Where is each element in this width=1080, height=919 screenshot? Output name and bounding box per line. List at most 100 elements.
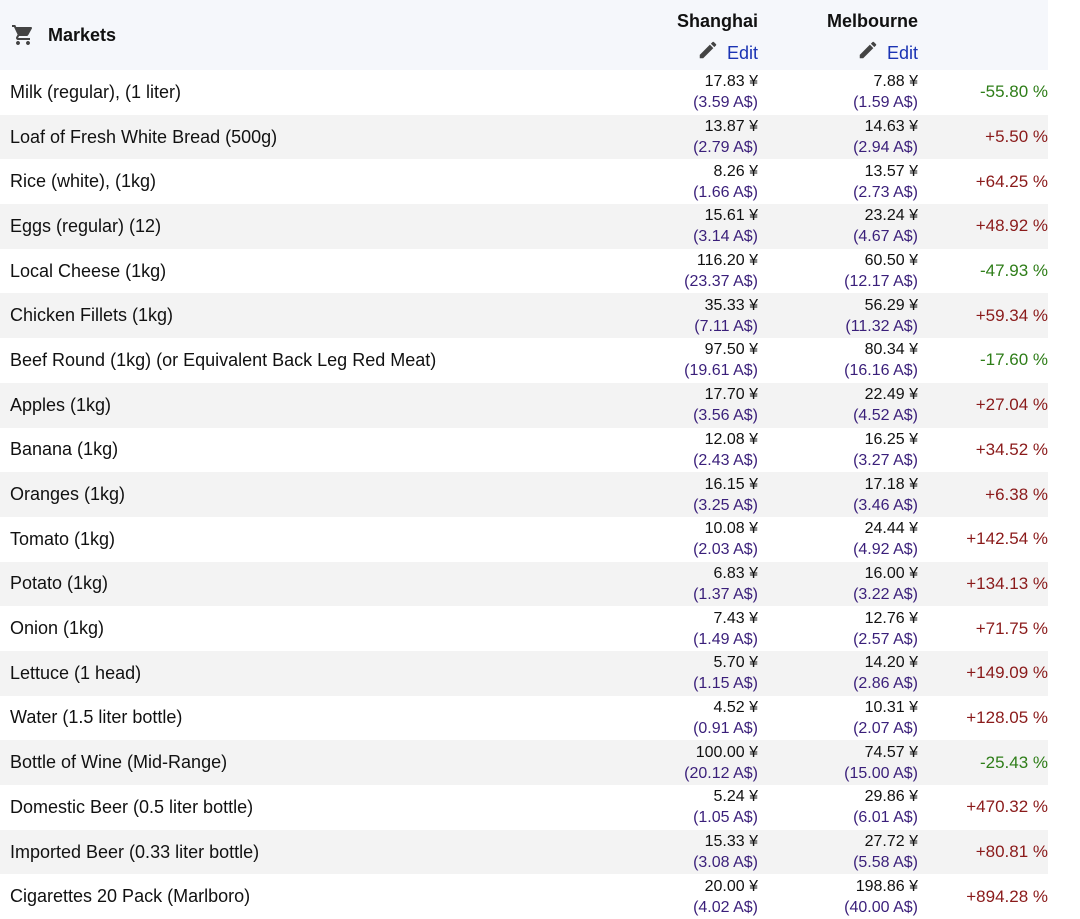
price-comparison-table: Markets Shanghai Edit Melbourne Edit Mil… (0, 0, 1048, 919)
shanghai-price-cny: 4.52 ¥ (713, 698, 758, 716)
shanghai-price: 5.24 ¥ (1.05 A$) (560, 785, 760, 830)
item-name: Loaf of Fresh White Bread (500g) (10, 126, 278, 147)
melbourne-price: 24.44 ¥ (4.92 A$) (760, 517, 920, 562)
item-name: Cigarettes 20 Pack (Marlboro) (10, 886, 251, 907)
shanghai-price-aud: (1.66 A$) (693, 183, 758, 201)
pencil-icon (697, 39, 719, 66)
item-name: Potato (1kg) (10, 573, 109, 594)
table-row: Domestic Beer (0.5 liter bottle) 5.24 ¥ … (0, 785, 1048, 830)
shanghai-price-cny: 15.33 ¥ (704, 833, 758, 851)
item-name: Beef Round (1kg) (or Equivalent Back Leg… (10, 349, 437, 370)
shanghai-price-cny: 17.70 ¥ (704, 386, 758, 404)
markets-title: Markets (48, 24, 117, 45)
table-row: Oranges (1kg) 16.15 ¥ (3.25 A$) 17.18 ¥ … (0, 472, 1048, 517)
price-difference: +5.50 % (985, 127, 1048, 147)
melbourne-price-aud: (2.07 A$) (853, 719, 918, 737)
shanghai-price-aud: (1.15 A$) (693, 675, 758, 693)
shanghai-price-cny: 6.83 ¥ (713, 564, 758, 582)
melbourne-price-aud: (3.22 A$) (853, 585, 918, 603)
shanghai-price-aud: (2.43 A$) (693, 451, 758, 469)
melbourne-price: 10.31 ¥ (2.07 A$) (760, 696, 920, 741)
shanghai-price: 100.00 ¥ (20.12 A$) (560, 740, 760, 785)
shanghai-price: 4.52 ¥ (0.91 A$) (560, 696, 760, 741)
shanghai-price-aud: (23.37 A$) (684, 273, 758, 291)
table-row: Beef Round (1kg) (or Equivalent Back Leg… (0, 338, 1048, 383)
melbourne-price: 74.57 ¥ (15.00 A$) (760, 740, 920, 785)
shanghai-price: 116.20 ¥ (23.37 A$) (560, 249, 760, 294)
city-name-shanghai: Shanghai (676, 11, 758, 31)
melbourne-price-cny: 60.50 ¥ (864, 252, 918, 270)
melbourne-price-aud: (40.00 A$) (844, 898, 918, 916)
shanghai-price: 6.83 ¥ (1.37 A$) (560, 562, 760, 607)
melbourne-price-aud: (2.57 A$) (853, 630, 918, 648)
item-name: Eggs (regular) (12) (10, 215, 162, 236)
melbourne-price-cny: 13.57 ¥ (864, 162, 918, 180)
melbourne-price-aud: (6.01 A$) (853, 809, 918, 827)
melbourne-price-cny: 10.31 ¥ (864, 698, 918, 716)
shanghai-price: 20.00 ¥ (4.02 A$) (560, 874, 760, 919)
price-rows: Milk (regular), (1 liter) 17.83 ¥ (3.59 … (0, 70, 1048, 919)
table-row: Potato (1kg) 6.83 ¥ (1.37 A$) 16.00 ¥ (3… (0, 561, 1048, 607)
shanghai-price: 17.83 ¥ (3.59 A$) (560, 70, 760, 115)
price-difference: -55.80 % (979, 82, 1048, 102)
price-difference: +27.04 % (975, 395, 1048, 415)
price-difference: +142.54 % (966, 529, 1048, 549)
melbourne-price: 16.00 ¥ (3.22 A$) (760, 562, 920, 607)
price-difference: +48.92 % (975, 216, 1048, 236)
shanghai-header: Shanghai Edit (560, 0, 760, 70)
melbourne-price: 22.49 ¥ (4.52 A$) (760, 383, 920, 428)
melbourne-price-cny: 16.00 ¥ (864, 564, 918, 582)
shanghai-price-aud: (20.12 A$) (684, 764, 758, 782)
item-name: Bottle of Wine (Mid-Range) (10, 752, 228, 773)
item-name: Local Cheese (1kg) (10, 260, 167, 281)
melbourne-price-cny: 27.72 ¥ (864, 833, 918, 851)
melbourne-price-aud: (11.32 A$) (845, 317, 918, 335)
melbourne-price-cny: 7.88 ¥ (873, 73, 918, 91)
item-name: Milk (regular), (1 liter) (10, 81, 182, 102)
melbourne-price: 60.50 ¥ (12.17 A$) (760, 249, 920, 294)
shanghai-price-aud: (19.61 A$) (684, 362, 758, 380)
price-difference: +34.52 % (975, 439, 1048, 459)
price-difference: -17.60 % (979, 350, 1048, 370)
melbourne-price: 14.63 ¥ (2.94 A$) (760, 115, 920, 160)
melbourne-price-aud: (4.92 A$) (853, 541, 918, 559)
difference-header (920, 0, 1048, 70)
price-difference: +128.05 % (966, 707, 1048, 727)
table-row: Water (1.5 liter bottle) 4.52 ¥ (0.91 A$… (0, 695, 1048, 741)
shanghai-price-cny: 13.87 ¥ (704, 118, 758, 136)
edit-label[interactable]: Edit (727, 43, 758, 63)
shanghai-price-cny: 100.00 ¥ (695, 743, 758, 761)
table-row: Tomato (1kg) 10.08 ¥ (2.03 A$) 24.44 ¥ (… (0, 516, 1048, 562)
shanghai-price-cny: 17.83 ¥ (704, 73, 758, 91)
city-name-melbourne: Melbourne (826, 11, 918, 31)
melbourne-price-cny: 29.86 ¥ (864, 788, 918, 806)
price-difference: +6.38 % (985, 484, 1048, 504)
table-row: Local Cheese (1kg) 116.20 ¥ (23.37 A$) 6… (0, 248, 1048, 294)
melbourne-price-aud: (5.58 A$) (853, 854, 918, 872)
melbourne-price: 17.18 ¥ (3.46 A$) (760, 472, 920, 517)
table-row: Bottle of Wine (Mid-Range) 100.00 ¥ (20.… (0, 740, 1048, 785)
melbourne-price-aud: (4.67 A$) (853, 228, 918, 246)
melbourne-price-cny: 22.49 ¥ (864, 386, 918, 404)
shanghai-price-aud: (0.91 A$) (693, 719, 758, 737)
price-difference: +64.25 % (975, 171, 1048, 191)
shanghai-price-cny: 5.70 ¥ (713, 654, 758, 672)
edit-shanghai-link[interactable]: Edit (697, 39, 758, 66)
shanghai-price: 97.50 ¥ (19.61 A$) (560, 338, 760, 383)
shanghai-price: 15.33 ¥ (3.08 A$) (560, 830, 760, 875)
pencil-icon (857, 39, 879, 66)
edit-label[interactable]: Edit (887, 43, 918, 63)
edit-melbourne-link[interactable]: Edit (857, 39, 918, 66)
markets-header: Markets (0, 0, 560, 70)
shanghai-price: 10.08 ¥ (2.03 A$) (560, 517, 760, 562)
item-name: Imported Beer (0.33 liter bottle) (10, 841, 260, 862)
table-row: Chicken Fillets (1kg) 35.33 ¥ (7.11 A$) … (0, 293, 1048, 339)
melbourne-price-cny: 74.57 ¥ (864, 743, 918, 761)
price-difference: +470.32 % (966, 797, 1048, 817)
melbourne-price: 27.72 ¥ (5.58 A$) (760, 830, 920, 875)
melbourne-header: Melbourne Edit (760, 0, 920, 70)
melbourne-price: 7.88 ¥ (1.59 A$) (760, 70, 920, 115)
price-difference: -47.93 % (979, 261, 1048, 281)
shanghai-price-cny: 7.43 ¥ (713, 609, 758, 627)
shanghai-price: 7.43 ¥ (1.49 A$) (560, 606, 760, 651)
